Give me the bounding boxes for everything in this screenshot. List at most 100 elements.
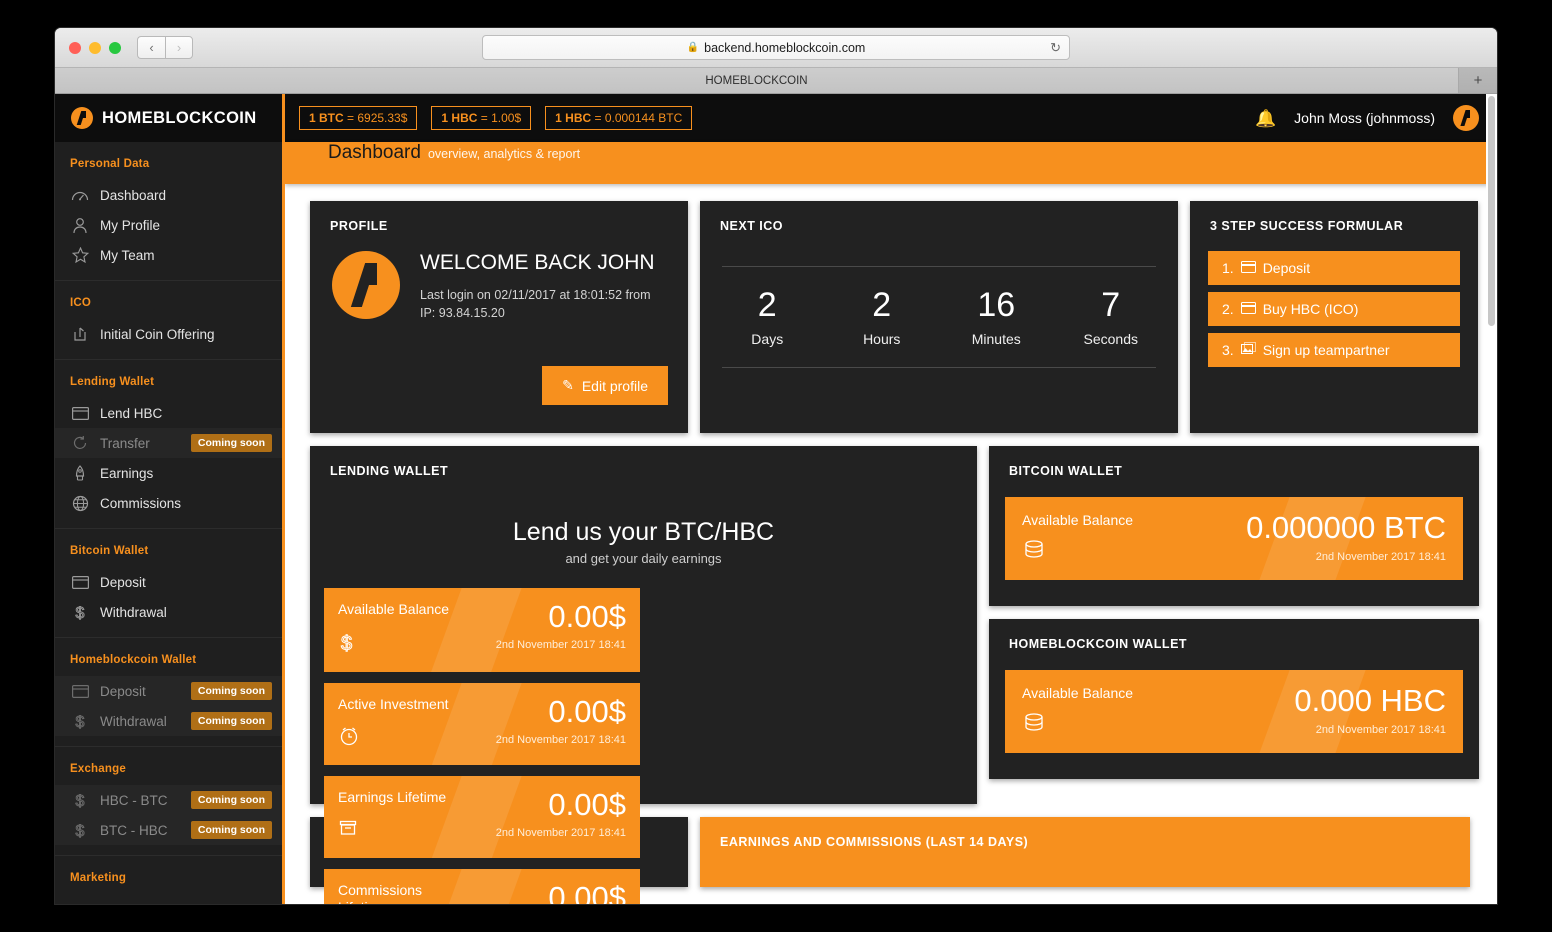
sidebar-item-label: Transfer — [100, 435, 150, 451]
globe-icon — [70, 495, 90, 512]
sidebar-item-withdrawal[interactable]: $ Withdrawal Coming soon — [55, 706, 282, 736]
sidebar-item-dashboard[interactable]: Dashboard — [55, 180, 282, 210]
edit-profile-button[interactable]: ✎ Edit profile — [542, 366, 668, 405]
sidebar-item-label: Lend HBC — [100, 405, 163, 421]
tab-homeblockcoin[interactable]: HOMEBLOCKCOIN — [55, 68, 1459, 93]
back-button[interactable]: ‹ — [137, 36, 165, 59]
countdown-unit: Hours — [863, 331, 901, 348]
avatar[interactable] — [1453, 105, 1479, 131]
sidebar-item-transfer[interactable]: Transfer Coming soon — [55, 428, 282, 458]
bitcoin-balance-strip[interactable]: Available Balance 0.000000 BTC 2nd Novem… — [1005, 497, 1463, 580]
browser-chrome-bar: ‹ › 🔒 backend.homeblockcoin.com ↻ — [55, 28, 1497, 68]
close-window-button[interactable] — [69, 41, 81, 54]
stat-date: 2nd November 2017 18:41 — [495, 733, 626, 746]
brand-logo[interactable]: HOMEBLOCKCOIN — [55, 94, 282, 142]
three-step-list: 1. Deposit 2. Buy HBC (ICO) 3. Sign up t… — [1190, 233, 1478, 367]
coming-soon-badge: Coming soon — [190, 712, 272, 730]
navigation-buttons[interactable]: ‹ › — [137, 36, 193, 59]
sidebar-item-deposit[interactable]: Deposit Coming soon — [55, 676, 282, 706]
stat-earnings-lifetime[interactable]: Earnings Lifetime 0.00$ 2nd November 201… — [324, 775, 640, 858]
rate-tickers: 1 BTC = 6925.33$ 1 HBC = 1.00$ 1 HBC = 0… — [299, 106, 693, 130]
reload-icon[interactable]: ↻ — [1050, 40, 1061, 56]
sidebar-item-lend-hbc[interactable]: Lend HBC — [55, 398, 282, 428]
stat-value: 0.00$ — [548, 599, 626, 634]
sidebar-item-hbc-btc[interactable]: $ HBC - BTC Coming soon — [55, 785, 282, 815]
stat-date: 2nd November 2017 18:41 — [495, 639, 626, 651]
stat-right: 0.00$ 2nd November 2017 18:41 — [496, 789, 626, 846]
screen: ‹ › 🔒 backend.homeblockcoin.com ↻ HOMEBL… — [0, 0, 1552, 932]
forward-button[interactable]: › — [165, 36, 193, 59]
sidebar-section: Homeblockcoin Wallet Deposit Coming soon $ W… — [55, 638, 282, 747]
user-name-label[interactable]: John Moss (johnmoss) — [1294, 110, 1435, 126]
countdown-days: 2 Days — [710, 286, 825, 348]
homeblockcoin-wallet-card-title: HOMEBLOCKCOIN WALLET — [1009, 637, 1188, 651]
stat-active-investment[interactable]: Active Investment 0.00$ 2nd November 201… — [324, 682, 640, 765]
sidebar-item-deposit[interactable]: Deposit — [55, 567, 282, 597]
stat-commissions-lifetime[interactable]: Commissions Lifetime 0.00$ 2nd November … — [324, 868, 640, 904]
url-text: backend.homeblockcoin.com — [704, 40, 866, 55]
window-controls[interactable] — [69, 41, 121, 54]
card-icon — [1240, 301, 1256, 317]
countdown-unit: Days — [751, 331, 784, 348]
homeblockcoin-balance-strip[interactable]: Available Balance 0.000 HBC 2nd November… — [1005, 670, 1463, 753]
dollar-icon: $ — [70, 712, 90, 730]
countdown-minutes: 16 Minutes — [939, 286, 1054, 348]
sidebar-item-initial-coin-offering[interactable]: Initial Coin Offering — [55, 319, 282, 349]
sidebar-section: Lending Wallet Lend HBC Transfer Coming soo… — [55, 360, 282, 529]
wallet-right: 0.000000 BTC 2nd November 2017 18:41 — [1246, 512, 1446, 580]
dashboard-row-wallets: LENDING WALLET Lend us your BTC/HBC and … — [310, 446, 1479, 904]
sidebar-item-my-team[interactable]: My Team — [55, 240, 282, 270]
stat-right: 0.00$ 2nd November 2017 18:41 — [496, 696, 626, 753]
step-deposit[interactable]: 1. Deposit — [1208, 251, 1460, 285]
sidebar-item-earnings[interactable]: Earnings — [55, 458, 282, 488]
card-icon — [1240, 260, 1256, 276]
svg-text:$: $ — [75, 605, 84, 621]
sidebar-section: Marketing — [55, 856, 282, 904]
card-icon — [70, 684, 90, 698]
wallet-left: Available Balance — [1022, 512, 1133, 580]
profile-avatar-icon — [332, 251, 400, 319]
stat-available-balance[interactable]: Available Balance $ 0.00$ 2nd November 2… — [324, 588, 640, 672]
maximize-window-button[interactable] — [109, 41, 121, 54]
balance-date: 2nd November 2017 18:41 — [1315, 724, 1446, 736]
countdown-unit: Minutes — [971, 331, 1021, 348]
scrollbar-thumb[interactable] — [1488, 96, 1495, 326]
sidebar-item-label: Initial Coin Offering — [100, 326, 215, 342]
step-number: 2. — [1222, 301, 1234, 317]
refresh-icon — [70, 435, 90, 451]
earnings-card-title: EARNINGS AND COMMISSIONS (LAST 14 DAYS) — [720, 835, 1029, 849]
plus-icon: + — [1473, 72, 1483, 89]
sidebar-item-label: Earnings — [100, 465, 154, 481]
svg-text:$: $ — [341, 633, 352, 655]
balance-value: 0.000000 BTC — [1246, 510, 1446, 545]
brand-name: HOMEBLOCKCOIN — [102, 108, 257, 127]
address-bar[interactable]: 🔒 backend.homeblockcoin.com ↻ — [482, 35, 1070, 60]
step-signup-teampartner[interactable]: 3. Sign up teampartner — [1208, 333, 1460, 367]
page-title: Dashboard — [328, 142, 421, 163]
ticker-value: = 1.00$ — [480, 111, 522, 125]
page-subtitle: overview, analytics & report — [427, 147, 581, 161]
wallet-left: Available Balance — [1022, 685, 1133, 753]
stat-date: 2nd November 2017 18:41 — [495, 826, 626, 839]
bell-icon[interactable]: 🔔 — [1255, 110, 1276, 127]
countdown-hours: 2 Hours — [825, 286, 940, 348]
star-icon — [70, 247, 90, 263]
vertical-scrollbar[interactable] — [1486, 94, 1497, 904]
minimize-window-button[interactable] — [89, 41, 101, 54]
coming-soon-badge: Coming soon — [190, 791, 272, 809]
step-buy-hbc[interactable]: 2. Buy HBC (ICO) — [1208, 292, 1460, 326]
sidebar-section-heading: Homeblockcoin Wallet — [70, 654, 197, 666]
sidebar-item-btc-hbc[interactable]: $ BTC - HBC Coming soon — [55, 815, 282, 845]
profile-body: WELCOME BACK JOHN Last login on 02/11/20… — [310, 233, 688, 322]
sidebar-item-commissions[interactable]: Commissions — [55, 488, 282, 518]
sidebar-item-label: My Profile — [100, 217, 161, 233]
sidebar-section-heading: Lending Wallet — [70, 376, 155, 388]
user-icon — [70, 217, 90, 234]
sidebar-item-withdrawal[interactable]: $ Withdrawal — [55, 597, 282, 627]
new-tab-button[interactable]: + — [1459, 68, 1497, 93]
database-icon — [1022, 538, 1133, 567]
dollar-icon: $ — [70, 791, 90, 809]
sidebar-item-my-profile[interactable]: My Profile — [55, 210, 282, 240]
divider-bottom — [722, 367, 1156, 369]
sidebar-item-label: Withdrawal — [100, 604, 167, 620]
